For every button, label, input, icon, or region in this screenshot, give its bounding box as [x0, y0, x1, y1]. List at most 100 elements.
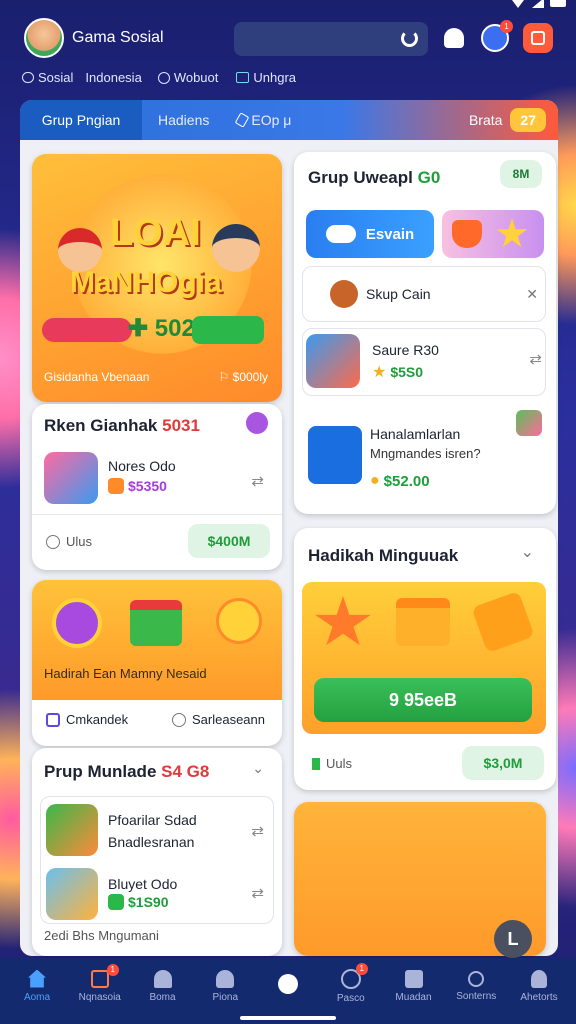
reward-footer-label: Uuls: [312, 756, 352, 771]
list-item-thumb: [46, 804, 98, 856]
group-list-card: Prup Munlade S4 G8 ⌄ Pfoarilar Sdad Bnad…: [32, 748, 282, 956]
heart-badge-icon: [52, 598, 102, 648]
nav-badge: 1: [106, 963, 119, 976]
tab-grup[interactable]: Grup Pngian: [20, 100, 142, 140]
game-item-name: Nores Odo: [108, 458, 176, 474]
nav-item-people[interactable]: Piona: [196, 969, 254, 1003]
list-card-footer: 2edi Bhs Mngumani: [44, 928, 159, 943]
floating-action-button[interactable]: L: [494, 920, 532, 958]
share-icon[interactable]: ⇄: [251, 472, 264, 490]
pencil-icon: [235, 112, 250, 128]
search-icon: [468, 970, 485, 987]
nav-item-store[interactable]: 1 Nqnasoia: [71, 963, 129, 1003]
nav-label: Pasco: [336, 992, 365, 1004]
nav-item-doc[interactable]: Muadan: [385, 969, 443, 1003]
group-row-name: Skup Cain: [366, 286, 431, 302]
discount-star-icon: [315, 596, 371, 646]
search-bar[interactable]: [234, 22, 428, 56]
nav-label: Aoma: [23, 991, 51, 1003]
star-button[interactable]: [442, 210, 544, 258]
home-indicator: [240, 1016, 336, 1020]
points-label: Brata: [468, 112, 503, 128]
banner-green-bar: [192, 316, 264, 344]
banner-score: ✚ 502: [128, 314, 195, 343]
reward-claim-button[interactable]: 9 95eeB: [314, 678, 532, 722]
cloud-button[interactable]: Esvain: [306, 210, 434, 258]
people-icon: [216, 969, 235, 988]
tab-hadiens[interactable]: Hadiens: [158, 112, 209, 128]
nav-item-center[interactable]: [259, 974, 317, 998]
group-chip[interactable]: 8M: [500, 160, 542, 188]
game-price-button[interactable]: $400M: [188, 524, 270, 558]
subnav-label: Sosial: [38, 70, 74, 85]
banner-footer-left: Gisidanha Vbenaan: [44, 370, 150, 384]
points-badge[interactable]: Brata 27: [469, 106, 546, 134]
list-item-line2: Bnadlesranan: [108, 834, 195, 850]
weekly-reward-card: Hadikah Minguuak ⌄ 9 95eeB Uuls $3,0M: [294, 528, 556, 790]
group-title-value: G0: [417, 168, 441, 187]
reward-price-button[interactable]: $3,0M: [462, 746, 544, 780]
clock-icon: [157, 71, 170, 84]
share-icon[interactable]: ⇄: [251, 884, 264, 902]
app-menu-button[interactable]: [523, 23, 553, 53]
nav-item-search[interactable]: Sonterns: [447, 970, 505, 1002]
footer-label-text: Uuls: [326, 756, 353, 771]
subnav-label: Wobuot: [173, 70, 219, 85]
doc-icon: [404, 969, 423, 988]
chevron-down-icon[interactable]: ⌄: [252, 760, 264, 777]
subnav-item-unhgra[interactable]: Unhgra: [236, 70, 296, 85]
star-icon: [496, 218, 528, 248]
close-icon[interactable]: ✕: [526, 286, 538, 303]
gift-banner[interactable]: Hadirah Ean Mamny Nesaid: [32, 580, 282, 700]
info-icon: [46, 534, 60, 549]
tab-eop[interactable]: EOp μ: [235, 112, 291, 128]
gift-chip-right[interactable]: Sarleaseann: [172, 712, 265, 727]
points-value: 27: [510, 108, 546, 132]
refresh-icon[interactable]: [401, 30, 418, 47]
tag-icon: [46, 712, 60, 727]
nav-item-game[interactable]: 1 Pasco: [322, 962, 380, 1004]
plus-icon: ✚: [128, 315, 155, 342]
reward-banner[interactable]: 9 95eeB: [302, 582, 546, 734]
group-card: Grup Uweapl G0 8M Esvain Skup Cain ✕ Sau…: [294, 152, 556, 514]
list-title-text: Prup Munlade: [44, 762, 157, 781]
battery-icon: [550, 0, 566, 7]
bottom-navigation: Aoma 1 Nqnasoia Boma Piona 1 Pasco Muada…: [0, 958, 576, 1024]
subnav-item-sosial[interactable]: Sosial: [22, 70, 73, 85]
ticket-icon: [471, 590, 535, 654]
home-icon: [28, 969, 46, 988]
subnav-item-indonesia[interactable]: Indonesia: [85, 70, 141, 85]
smiley-icon: [216, 598, 262, 644]
user-icon: [531, 969, 547, 988]
nav-item-user[interactable]: Ahetorts: [510, 969, 568, 1003]
ghost-icon[interactable]: [444, 28, 464, 48]
nav-label: Ahetorts: [520, 991, 558, 1003]
chevron-down-icon[interactable]: ⌄: [521, 542, 534, 562]
edit-icon[interactable]: [246, 412, 268, 434]
game-thumbnail[interactable]: [44, 452, 98, 504]
list-item-line1: Bluyet Odo: [108, 876, 178, 892]
avatar[interactable]: [24, 18, 64, 58]
group-row-name: Saure R30: [372, 342, 439, 358]
chip-text: Sarleaseann: [192, 712, 265, 727]
nav-badge: 1: [355, 962, 368, 975]
subnav-item-wobuot[interactable]: Wobuot: [157, 70, 219, 85]
nav-label: Sonterns: [456, 990, 497, 1002]
group-title-text: Grup Uweapl: [308, 168, 413, 187]
cookie-icon: [330, 280, 358, 308]
nav-item-bell[interactable]: Boma: [134, 969, 192, 1003]
share-icon[interactable]: ⇄: [251, 822, 264, 840]
star-icon: ★: [372, 364, 387, 381]
center-dot-icon: [278, 974, 298, 994]
featured-game-banner[interactable]: LOAI MaNHOgia ✚ 502 Gisidanha Vbenaan ⚐ …: [32, 154, 282, 402]
price-text: $1S90: [128, 894, 169, 910]
app-header: Gama Sosial: [24, 18, 164, 58]
nav-item-home[interactable]: Aoma: [8, 969, 66, 1003]
share-icon[interactable]: ⇄: [529, 350, 542, 368]
game-mini-icon[interactable]: [516, 410, 542, 436]
gift-promo-card: Hadirah Ean Mamny Nesaid Cmkandek Sarlea…: [32, 580, 282, 746]
gift-chip-left[interactable]: Cmkandek: [46, 712, 128, 727]
profile-icon-button[interactable]: 1: [481, 20, 513, 52]
game-item-price: $5350: [108, 478, 167, 494]
gift-caption: Hadirah Ean Mamny Nesaid: [44, 666, 207, 681]
